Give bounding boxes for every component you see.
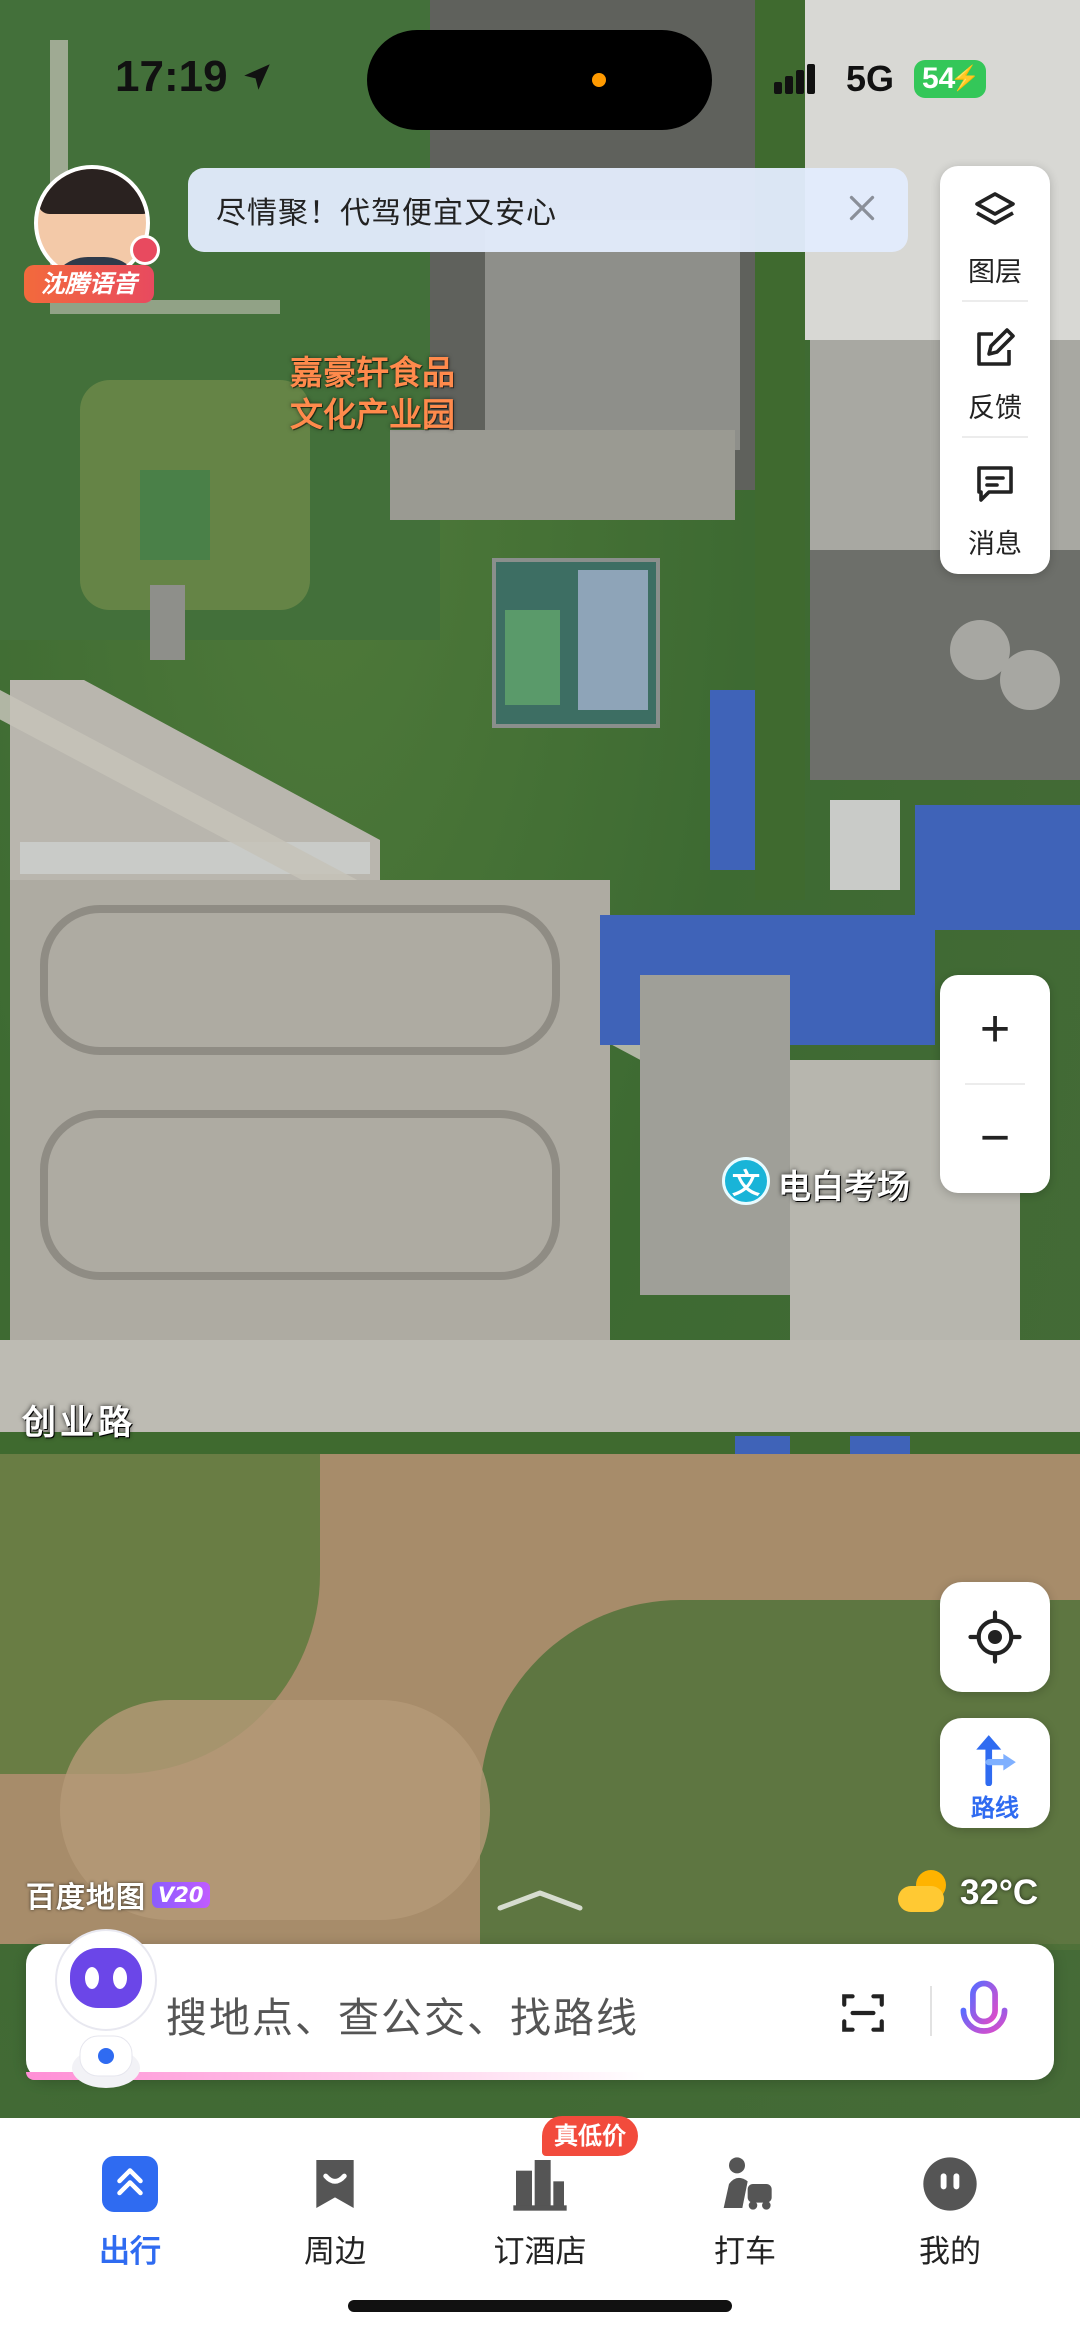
map-tools-panel: 图层 反馈 消息 [940,166,1050,574]
voice-pack-avatar[interactable]: 沈腾语音 [24,165,160,305]
tab-hotel[interactable]: 订酒店 [465,2138,615,2271]
message-icon [977,466,1013,502]
profile-icon [918,2152,982,2216]
route-arrow-icon [976,1735,1016,1786]
feedback-button[interactable]: 反馈 [940,302,1050,436]
tab-hotel-label: 订酒店 [493,2234,587,2270]
close-icon[interactable] [844,190,880,226]
travel-icon [98,2152,162,2216]
assistant-robot-icon[interactable] [50,1918,162,2088]
road-name-label: 创业路 [22,1403,136,1443]
message-button[interactable]: 消息 [940,438,1050,572]
feedback-icon [977,328,1015,366]
weather-widget[interactable]: 32°C [898,1868,1038,1918]
tab-taxi-label: 打车 [714,2234,776,2270]
tab-profile-label: 我的 [919,2234,981,2270]
microphone-icon[interactable] [946,1974,1022,2050]
education-poi-icon[interactable]: 文 [722,1157,770,1205]
brand-name: 百度地图 [26,1880,147,1914]
route-button[interactable]: 路线 [940,1718,1050,1828]
hotel-icon [508,2152,572,2216]
area-poi-line1: 嘉豪轩食品 [290,353,455,392]
hotel-deal-badge: 真低价 [542,2116,638,2156]
layers-button[interactable]: 图层 [940,166,1050,300]
dynamic-island [367,30,712,130]
privacy-indicator-dot [592,73,606,87]
voice-pack-label: 沈腾语音 [24,265,154,303]
zoom-in-button[interactable]: + [940,975,1050,1084]
nearby-icon [303,2152,367,2216]
battery-indicator: 54 ⚡ [914,60,986,98]
area-poi-label[interactable]: 嘉豪轩食品 文化产业园 [290,352,455,436]
search-placeholder: 搜地点、查公交、找路线 [166,1994,639,2042]
chevron-up-icon[interactable] [494,1888,586,1912]
tab-nearby-label: 周边 [304,2234,366,2270]
sun-cloud-icon [898,1868,952,1918]
promo-banner[interactable]: 尽情聚！代驾便宜又安心 [188,168,908,252]
taxi-icon [713,2152,777,2216]
baidu-map-logo: 百度地图 V20 [26,1875,210,1915]
zoom-out-button[interactable]: − [940,1084,1050,1193]
temperature: 32°C [960,1873,1039,1912]
search-bar[interactable]: 搜地点、查公交、找路线 [26,1929,1054,2088]
tab-taxi[interactable]: 打车 [670,2138,820,2271]
crosshair-icon [968,1610,1022,1664]
tab-nearby[interactable]: 周边 [260,2138,410,2271]
promo-text: 尽情聚！代驾便宜又安心 [216,196,557,231]
brand-version-badge: V20 [152,1882,210,1908]
cellular-signal-icon [774,64,818,94]
layers-label: 图层 [968,257,1022,288]
message-label: 消息 [968,529,1022,560]
layers-icon [975,192,1015,225]
zoom-control: + − [940,975,1050,1193]
feedback-label: 反馈 [968,393,1022,424]
status-bar: 17:19 5G 54 ⚡ [0,0,1080,150]
status-time: 17:19 [115,52,228,101]
voice-mic-icon [130,235,160,265]
home-indicator[interactable] [348,2300,732,2312]
charging-bolt-icon: ⚡ [950,65,980,92]
tab-travel[interactable]: 出行 [55,2138,205,2271]
network-type: 5G [846,58,895,99]
location-arrow-icon [244,64,270,90]
tab-travel-label: 出行 [99,2234,161,2270]
scan-icon[interactable] [838,1988,888,2038]
route-label: 路线 [971,1794,1019,1822]
area-poi-line2: 文化产业园 [290,395,455,434]
poi-name-label[interactable]: 电白考场 [778,1160,910,1208]
locate-me-button[interactable] [940,1582,1050,1692]
tab-profile[interactable]: 我的 [875,2138,1025,2271]
voice-avatar-face [34,165,150,281]
